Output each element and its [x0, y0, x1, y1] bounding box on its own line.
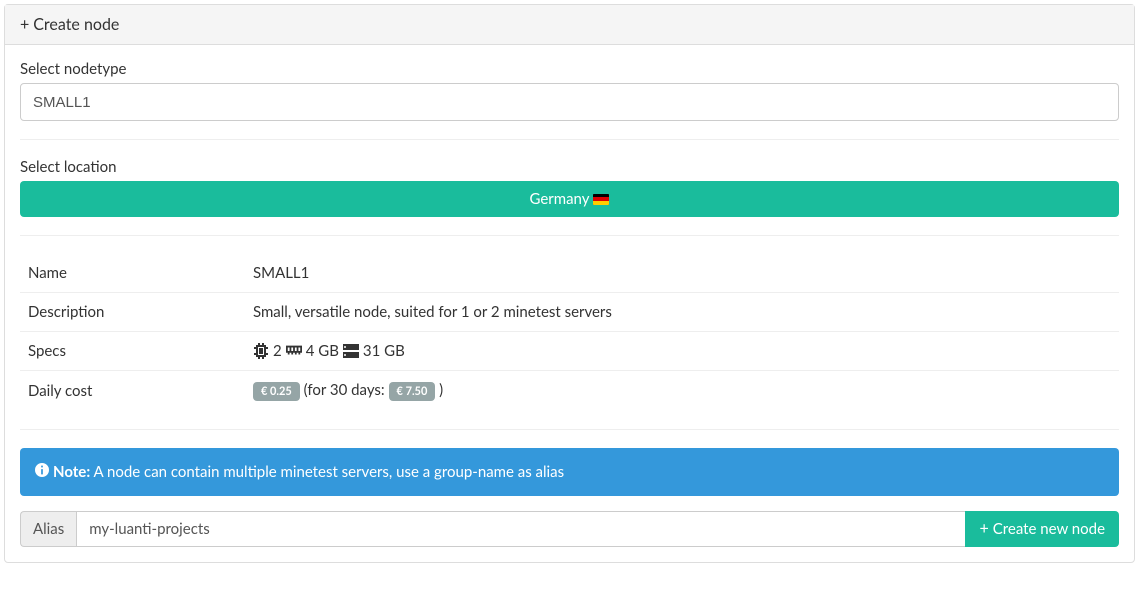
name-value: SMALL1 [245, 254, 1119, 293]
create-new-node-button[interactable]: Create new node [965, 511, 1119, 547]
plus-icon [979, 519, 988, 538]
disk-value: 31 GB [363, 342, 405, 360]
note-label: Note: [53, 463, 90, 481]
memory-icon [286, 343, 302, 359]
cost-label: Daily cost [20, 371, 245, 411]
table-row-description: Description Small, versatile node, suite… [20, 293, 1119, 332]
info-icon [35, 463, 49, 481]
specs-value: 2 4 GB 31 GB [253, 342, 1111, 360]
plus-icon [20, 15, 29, 34]
create-node-panel: Create node Select nodetype SMALL1 Selec… [4, 4, 1135, 563]
disk-icon [343, 343, 359, 359]
description-value: Small, versatile node, suited for 1 or 2… [245, 293, 1119, 332]
flag-germany-icon [593, 194, 609, 205]
note-text: A node can contain multiple minetest ser… [94, 463, 565, 481]
cpu-value: 2 [273, 342, 282, 360]
nodetype-select[interactable]: SMALL1 [20, 83, 1119, 121]
cost-value: € 0.25 (for 30 days: € 7.50 ) [245, 371, 1119, 411]
cpu-icon [253, 343, 269, 359]
alias-input[interactable] [76, 511, 965, 547]
table-row-name: Name SMALL1 [20, 254, 1119, 293]
panel-header: Create node [5, 5, 1134, 45]
cost-period-suffix: ) [439, 381, 443, 399]
location-germany-button[interactable]: Germany [20, 181, 1119, 217]
divider [20, 139, 1119, 140]
table-row-specs: Specs 2 4 GB 31 GB [20, 332, 1119, 371]
description-label: Description [20, 293, 245, 332]
note-alert: Note: A node can contain multiple minete… [20, 448, 1119, 496]
location-button-text: Germany [530, 190, 590, 208]
monthly-cost-badge: € 7.50 [389, 382, 436, 401]
alias-addon-label: Alias [20, 511, 76, 547]
nodetype-label: Select nodetype [20, 60, 1119, 78]
table-row-cost: Daily cost € 0.25 (for 30 days: € 7.50 ) [20, 371, 1119, 411]
specs-label: Specs [20, 332, 245, 371]
details-table: Name SMALL1 Description Small, versatile… [20, 254, 1119, 411]
divider [20, 429, 1119, 430]
panel-title: Create node [33, 15, 119, 34]
create-button-label: Create new node [993, 520, 1105, 538]
location-label: Select location [20, 158, 1119, 176]
cost-period-prefix: (for 30 days: [304, 381, 385, 399]
alias-input-group: Alias Create new node [20, 511, 1119, 547]
divider [20, 235, 1119, 236]
memory-value: 4 GB [306, 342, 339, 360]
daily-cost-badge: € 0.25 [253, 382, 300, 401]
name-label: Name [20, 254, 245, 293]
